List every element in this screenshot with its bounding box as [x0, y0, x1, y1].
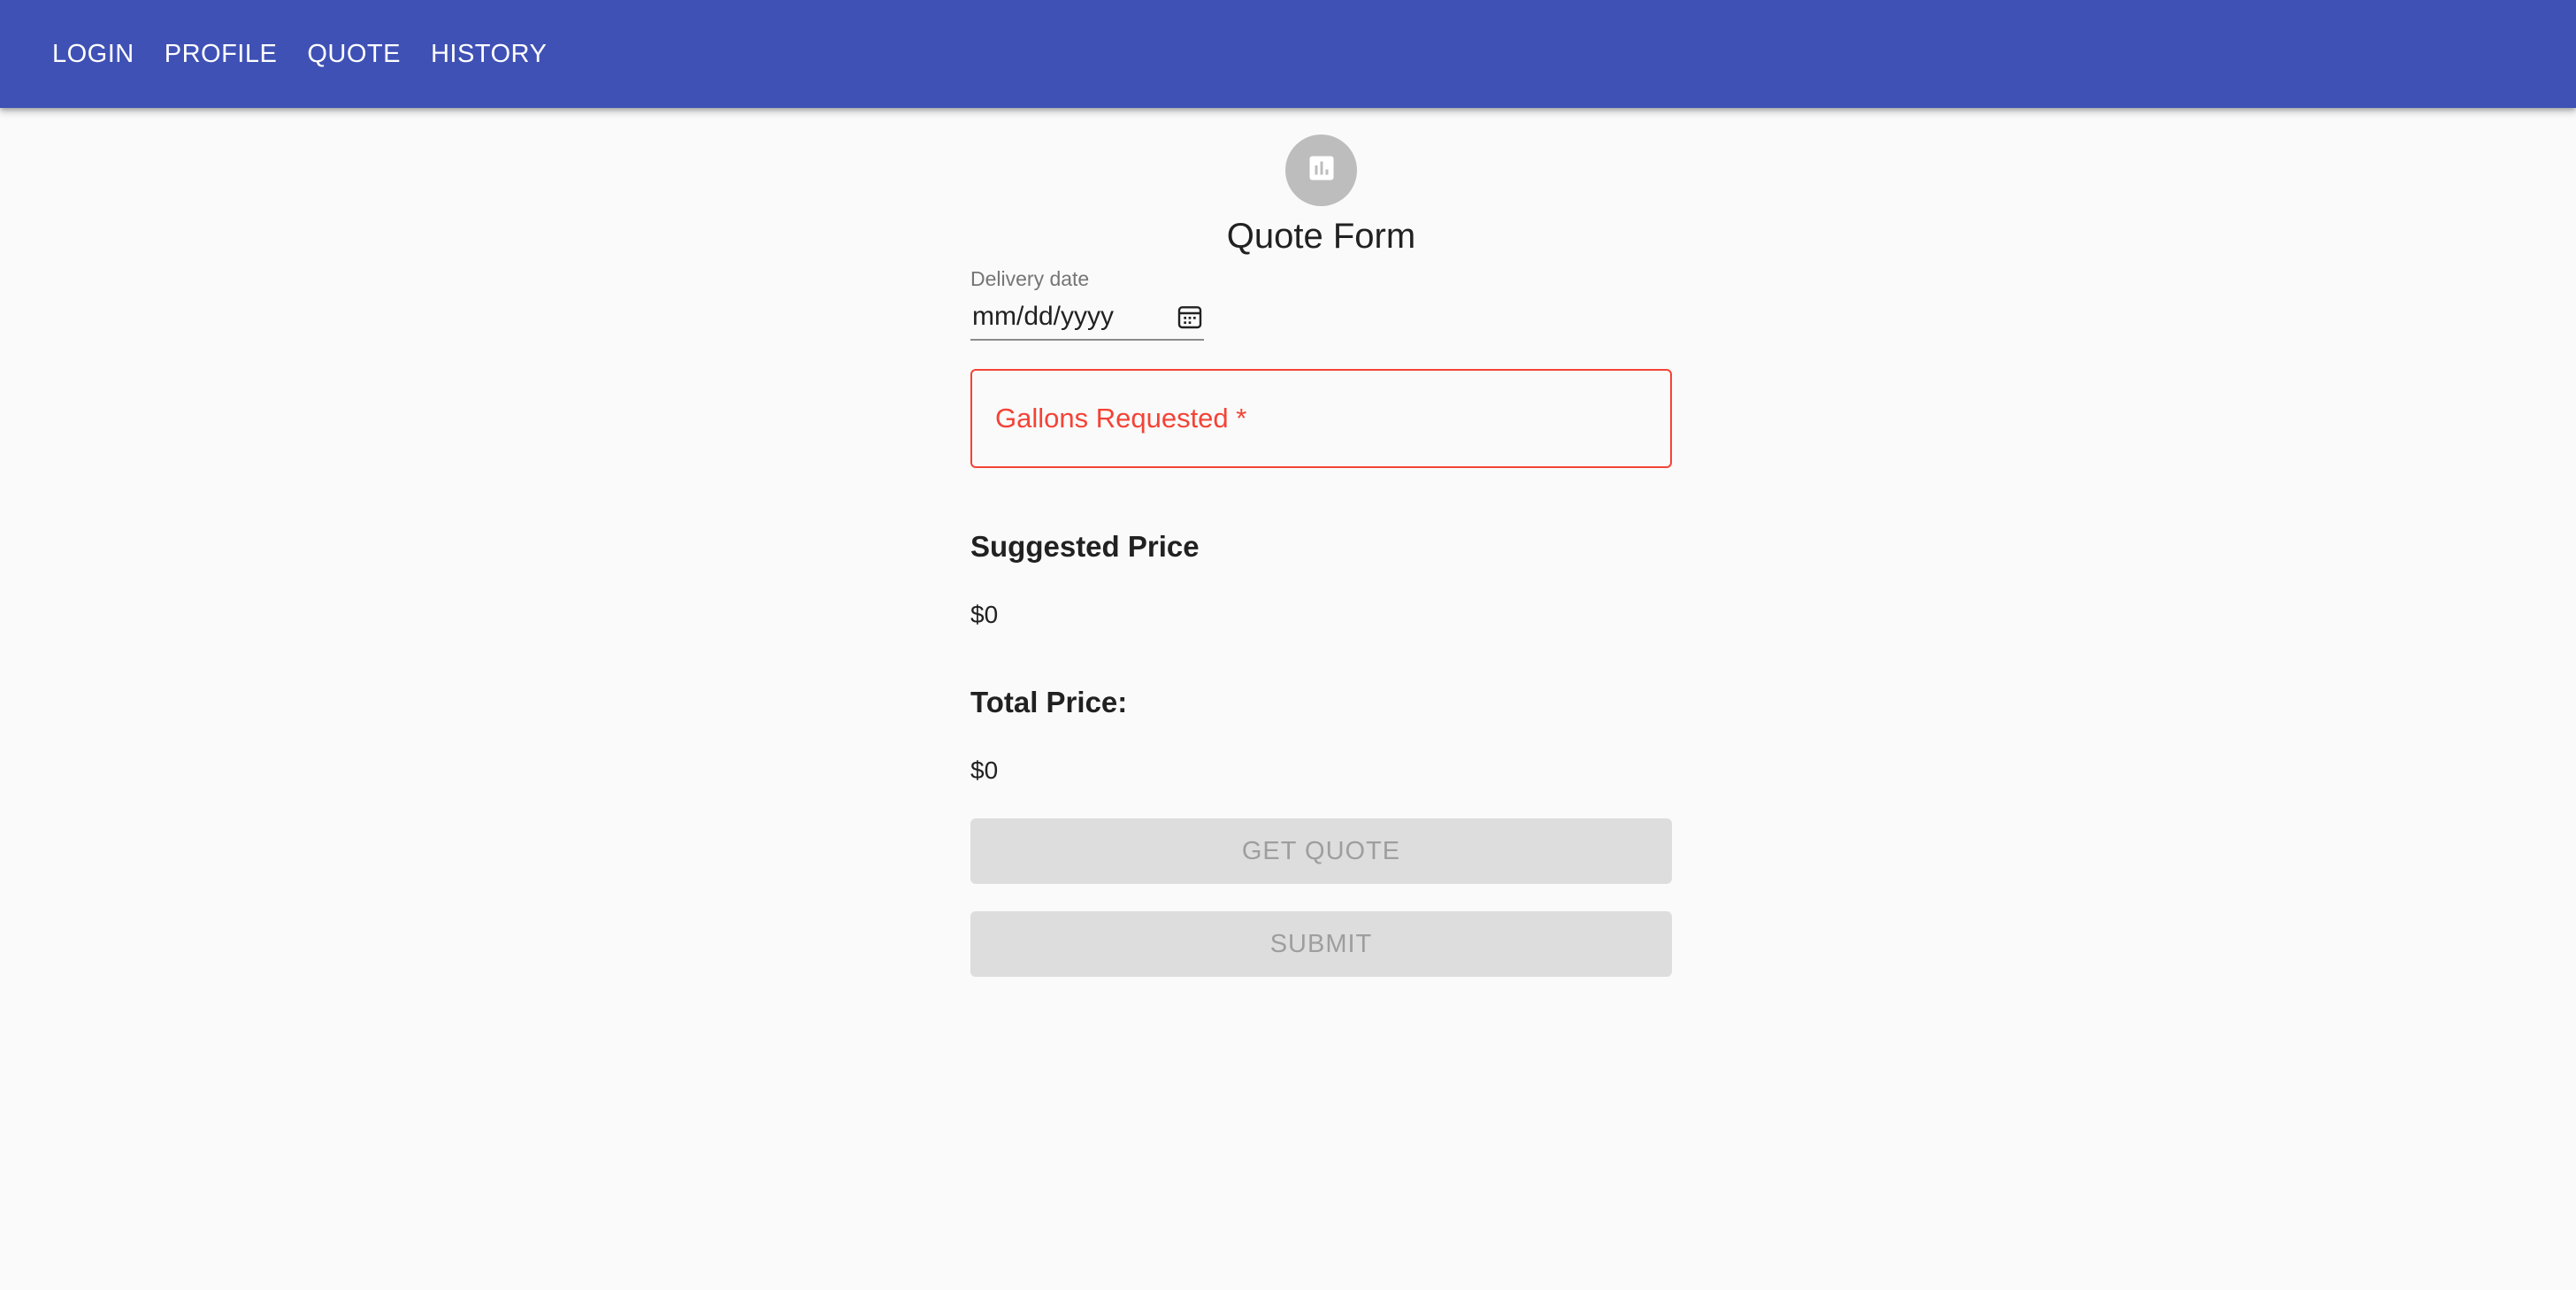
avatar: [1285, 134, 1357, 206]
gallons-requested-label: Gallons Requested *: [995, 403, 1247, 434]
delivery-date-field[interactable]: Delivery date mm/dd/yyyy: [970, 266, 1204, 341]
nav-quote-button[interactable]: QUOTE: [292, 27, 416, 81]
nav-profile-button[interactable]: PROFILE: [150, 27, 293, 81]
bar-chart-icon: [1306, 152, 1338, 188]
delivery-date-label: Delivery date: [970, 267, 1090, 290]
submit-button[interactable]: SUBMIT: [970, 911, 1672, 977]
delivery-date-input[interactable]: mm/dd/yyyy: [970, 300, 1204, 341]
total-price-value: $0: [970, 756, 999, 784]
suggested-price-heading: Suggested Price: [970, 530, 1200, 563]
nav-login-button[interactable]: LOGIN: [37, 27, 150, 81]
suggested-price-value: $0: [970, 601, 999, 628]
gallons-requested-input[interactable]: Gallons Requested *: [970, 369, 1672, 468]
app-bar: LOGIN PROFILE QUOTE HISTORY: [0, 0, 2576, 108]
avatar-container: [970, 134, 1672, 206]
page-title: Quote Form: [1226, 217, 1416, 256]
delivery-date-placeholder: mm/dd/yyyy: [972, 302, 1115, 331]
calendar-icon[interactable]: [1176, 303, 1204, 331]
total-price-heading: Total Price:: [970, 686, 1128, 718]
nav-history-button[interactable]: HISTORY: [416, 27, 562, 81]
quote-form: Quote Form Delivery date mm/dd/yyyy Gall…: [970, 134, 1672, 977]
get-quote-button[interactable]: GET QUOTE: [970, 818, 1672, 884]
